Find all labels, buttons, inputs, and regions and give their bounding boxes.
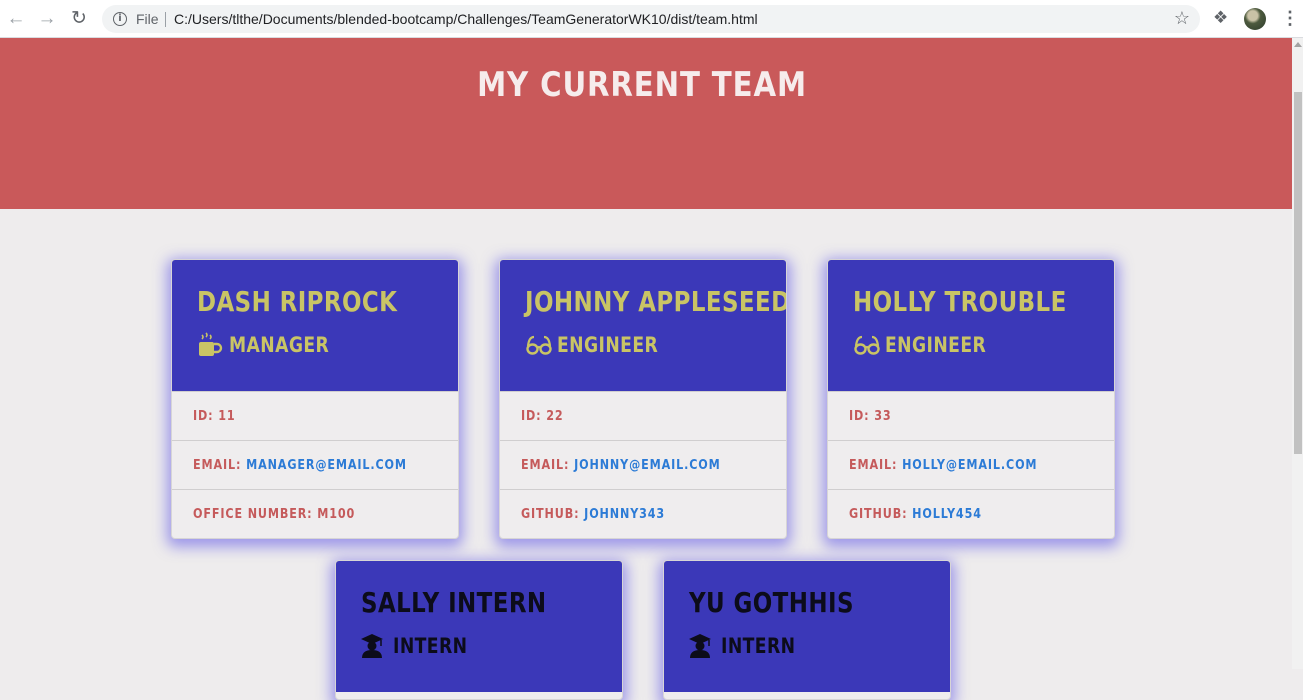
mug-icon xyxy=(199,332,223,356)
employee-role: INTERN xyxy=(361,633,484,659)
page-title: MY CURRENT TEAM xyxy=(477,65,807,105)
role-label: ENGINEER xyxy=(885,333,987,357)
info-row-id: ID: 22 xyxy=(500,391,786,440)
glasses-icon xyxy=(854,335,880,355)
info-row-id: ID: 33 xyxy=(828,391,1114,440)
employee-name: HOLLY TROUBLE xyxy=(853,285,1067,318)
employee-card: JOHNNY APPLESEED ENGINEER ID: 22 EMAIL: … xyxy=(499,259,787,539)
email-link[interactable]: JOHNNY@EMAIL.COM xyxy=(574,458,721,473)
role-label: INTERN xyxy=(393,634,468,658)
github-link[interactable]: HOLLY454 xyxy=(912,507,982,522)
graduate-icon xyxy=(361,634,383,658)
file-label: File xyxy=(136,11,159,27)
employee-role: ENGINEER xyxy=(853,332,1008,358)
github-link[interactable]: JOHNNY343 xyxy=(584,507,665,522)
reload-icon[interactable]: ↻ xyxy=(68,8,90,30)
forward-arrow-icon[interactable]: → xyxy=(36,8,58,30)
employee-name: SALLY INTERN xyxy=(361,586,547,619)
card-header: DASH RIPROCK MANAGER xyxy=(172,260,458,391)
employee-role: ENGINEER xyxy=(525,332,680,358)
bookmark-star-icon[interactable]: ☆ xyxy=(1174,8,1190,29)
id-label: ID: xyxy=(193,408,214,424)
id-label: ID: xyxy=(521,408,542,424)
employee-name: YU GOTHHIS xyxy=(689,586,854,619)
info-row-email: EMAIL: MANAGER@EMAIL.COM xyxy=(172,440,458,489)
id-value: 33 xyxy=(874,408,892,424)
info-row-github: GITHUB: HOLLY454 xyxy=(828,489,1114,538)
github-label: GITHUB: xyxy=(849,506,908,522)
office-number-value: M100 xyxy=(317,506,356,522)
back-arrow-icon[interactable]: ← xyxy=(5,8,27,30)
kebab-menu-icon[interactable]: ⋮ xyxy=(1281,7,1299,29)
id-label: ID: xyxy=(849,408,870,424)
card-header: YU GOTHHIS INTERN xyxy=(664,561,950,692)
role-label: ENGINEER xyxy=(557,333,659,357)
email-label: EMAIL: xyxy=(193,457,242,473)
email-label: EMAIL: xyxy=(849,457,898,473)
address-bar[interactable]: i File C:/Users/tlthe/Documents/blended-… xyxy=(102,5,1200,33)
scroll-thumb[interactable] xyxy=(1294,92,1302,454)
info-row-github: GITHUB: JOHNNY343 xyxy=(500,489,786,538)
info-row-email: EMAIL: JOHNNY@EMAIL.COM xyxy=(500,440,786,489)
id-value: 22 xyxy=(546,408,564,424)
role-label: MANAGER xyxy=(229,333,330,357)
graduate-icon xyxy=(689,634,711,658)
info-icon[interactable]: i xyxy=(113,12,127,26)
email-link[interactable]: MANAGER@EMAIL.COM xyxy=(246,458,407,473)
info-row-id: ID: 11 xyxy=(172,391,458,440)
info-row-email: EMAIL: HOLLY@EMAIL.COM xyxy=(828,440,1114,489)
url-text[interactable]: C:/Users/tlthe/Documents/blended-bootcam… xyxy=(174,11,758,27)
profile-avatar[interactable] xyxy=(1244,8,1266,30)
scroll-up-arrow-icon[interactable] xyxy=(1294,42,1302,47)
address-separator xyxy=(165,12,166,27)
email-link[interactable]: HOLLY@EMAIL.COM xyxy=(902,458,1037,473)
email-label: EMAIL: xyxy=(521,457,570,473)
employee-card: YU GOTHHIS INTERN xyxy=(663,560,951,700)
id-value: 11 xyxy=(218,408,236,424)
employee-card: DASH RIPROCK MANAGER ID: 11 EMAIL: MANAG… xyxy=(171,259,459,539)
office-number-label: OFFICE NUMBER: xyxy=(193,506,313,522)
team-header: MY CURRENT TEAM xyxy=(0,38,1292,209)
role-label: INTERN xyxy=(721,634,796,658)
employee-role: MANAGER xyxy=(197,332,351,358)
browser-toolbar: ← → ↻ i File C:/Users/tlthe/Documents/bl… xyxy=(0,0,1303,38)
card-header: SALLY INTERN INTERN xyxy=(336,561,622,692)
extensions-puzzle-icon[interactable]: ❖ xyxy=(1213,8,1228,28)
employee-name: JOHNNY APPLESEED xyxy=(525,285,787,318)
glasses-icon xyxy=(526,335,552,355)
employee-card: SALLY INTERN INTERN xyxy=(335,560,623,700)
card-header: JOHNNY APPLESEED ENGINEER xyxy=(500,260,786,391)
employee-role: INTERN xyxy=(689,633,812,659)
page-scrollbar[interactable] xyxy=(1292,38,1303,669)
employee-card: HOLLY TROUBLE ENGINEER ID: 33 EMAIL: HOL… xyxy=(827,259,1115,539)
employee-name: DASH RIPROCK xyxy=(197,285,398,318)
github-label: GITHUB: xyxy=(521,506,580,522)
card-header: HOLLY TROUBLE ENGINEER xyxy=(828,260,1114,391)
info-row-office: OFFICE NUMBER: M100 xyxy=(172,489,458,538)
